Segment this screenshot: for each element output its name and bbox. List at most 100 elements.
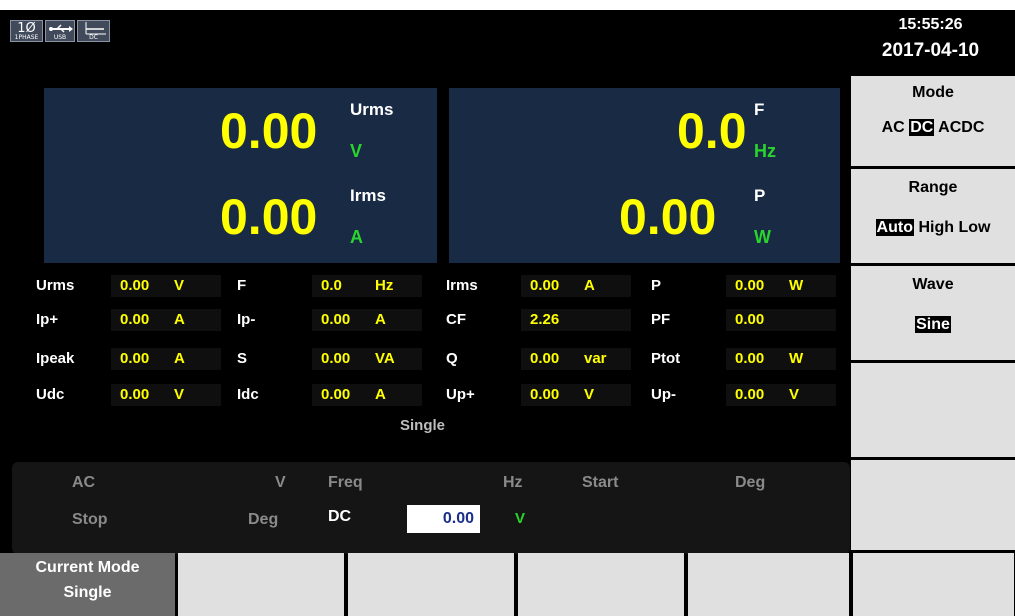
p-big-value: 0.00	[619, 189, 717, 245]
measurement-value: 2.26	[530, 311, 560, 328]
measurement-value: 0.00	[120, 386, 150, 403]
measurement-value: 0.00	[120, 350, 150, 367]
range-option-high[interactable]: High	[918, 219, 954, 236]
f-big-label: F	[754, 100, 765, 119]
start-label: Start	[582, 474, 619, 491]
measurement-label: P	[651, 277, 662, 294]
softkey-f6[interactable]	[853, 553, 1015, 616]
frequency-power-display: 0.0 F Hz 0.00 P W	[449, 88, 840, 263]
range-title: Range	[908, 179, 958, 196]
mode-caption: Single	[400, 417, 446, 434]
irms-big-unit: A	[350, 227, 363, 247]
measurement-label: Ip-	[237, 311, 256, 328]
range-option-low[interactable]: Low	[958, 219, 990, 236]
irms-big-value: 0.00	[220, 189, 318, 245]
softkey-f4[interactable]	[518, 553, 685, 616]
measurement-label: S	[237, 350, 248, 367]
measurement-value: 0.00	[735, 277, 765, 294]
measurement-unit: W	[789, 350, 804, 367]
range-options: Auto High Low	[851, 219, 1015, 237]
measurement-unit: V	[584, 386, 595, 403]
wave-option-sine[interactable]: Sine	[915, 316, 951, 333]
p-big-label: P	[754, 186, 766, 205]
dc-voltage-input[interactable]: 0.00	[407, 505, 480, 533]
measurement-unit: W	[789, 277, 804, 294]
measurement-unit: A	[584, 277, 595, 294]
urms-big-label: Urms	[350, 100, 394, 119]
measurement-label: Up+	[446, 386, 475, 403]
phase-icon-sub: 1PHASE	[14, 34, 39, 41]
measurement-unit: V	[174, 386, 185, 403]
range-option-auto[interactable]: Auto	[875, 219, 914, 236]
measurement-unit: A	[375, 311, 386, 328]
measurement-label: CF	[446, 311, 466, 328]
f-big-value: 0.0	[677, 103, 747, 159]
measurement-value: 0.00	[735, 386, 765, 403]
measurement-value: 0.00	[321, 386, 351, 403]
measurement-value: 0.00	[120, 311, 150, 328]
urms-big-value: 0.00	[220, 103, 318, 159]
ac-label: AC	[72, 474, 96, 491]
mode-option-dc[interactable]: DC	[909, 119, 935, 136]
urms-big-unit: V	[350, 141, 363, 161]
side-softkey-4[interactable]	[850, 363, 1015, 457]
softkey-f5[interactable]	[688, 553, 850, 616]
ac-voltage-unit: V	[275, 474, 286, 491]
mode-softkey[interactable]: Mode AC DC ACDC	[850, 76, 1015, 166]
dc-mode-icon: DC	[77, 20, 110, 42]
clock-date: 2017-04-10	[881, 40, 980, 61]
measurement-unit: A	[174, 350, 185, 367]
measurement-unit: A	[174, 311, 185, 328]
measurement-label: PF	[651, 311, 671, 328]
mode-option-ac[interactable]: AC	[882, 119, 905, 136]
range-softkey[interactable]: Range Auto High Low	[850, 169, 1015, 263]
measurement-label: Ipeak	[36, 350, 75, 367]
p-big-unit: W	[754, 227, 771, 247]
irms-big-label: Irms	[350, 186, 386, 205]
wave-softkey[interactable]: Wave Sine	[850, 266, 1015, 360]
measurement-unit: A	[375, 386, 386, 403]
softkey-f2[interactable]	[178, 553, 345, 616]
usb-icon-sub: USB	[53, 34, 67, 41]
measurement-label: Up-	[651, 386, 676, 403]
wave-options: Sine	[851, 316, 1015, 334]
current-mode-button[interactable]: Current Mode Single	[0, 553, 175, 616]
side-softkey-5[interactable]	[850, 460, 1015, 553]
softkey-f3[interactable]	[348, 553, 515, 616]
measurement-value: 0.00	[735, 311, 765, 328]
mode-options: AC DC ACDC	[851, 119, 1015, 137]
wave-title: Wave	[912, 276, 954, 293]
start-deg-unit: Deg	[735, 474, 766, 491]
dc-label: DC	[328, 508, 352, 525]
measurement-label: F	[237, 277, 247, 294]
measurement-value: 0.00	[530, 386, 560, 403]
measurement-label: Ptot	[651, 350, 681, 367]
measurement-label: Q	[446, 350, 458, 367]
usb-icon: USB	[45, 20, 75, 42]
measurement-unit: V	[789, 386, 800, 403]
current-mode-line1: Current Mode	[35, 559, 140, 576]
measurement-value: 0.00	[120, 277, 150, 294]
measurement-value: 0.00	[530, 350, 560, 367]
measurement-unit: var	[584, 350, 607, 367]
measurement-value: 0.00	[530, 277, 560, 294]
voltage-current-display: 0.00 Urms V 0.00 Irms A	[44, 88, 437, 263]
freq-label: Freq	[328, 474, 363, 491]
mode-option-acdc[interactable]: ACDC	[938, 119, 984, 136]
measurement-value: 0.00	[321, 311, 351, 328]
measurement-value: 0.0	[321, 277, 342, 294]
measurement-unit: V	[174, 277, 185, 294]
freq-unit: Hz	[503, 474, 523, 491]
clock: 15:55:26 2017-04-10	[846, 10, 1015, 76]
measurement-value: 0.00	[321, 350, 351, 367]
measurement-value: 0.00	[735, 350, 765, 367]
clock-time: 15:55:26	[898, 16, 963, 33]
measurement-label: Idc	[237, 386, 259, 403]
stop-label: Stop	[72, 511, 108, 528]
measurement-unit: Hz	[375, 277, 394, 294]
measurement-label: Udc	[36, 386, 65, 403]
measurement-unit: VA	[375, 350, 395, 367]
measurement-label: Irms	[446, 277, 478, 294]
dc-voltage-unit: V	[515, 510, 526, 527]
current-mode-line2: Single	[63, 584, 112, 601]
